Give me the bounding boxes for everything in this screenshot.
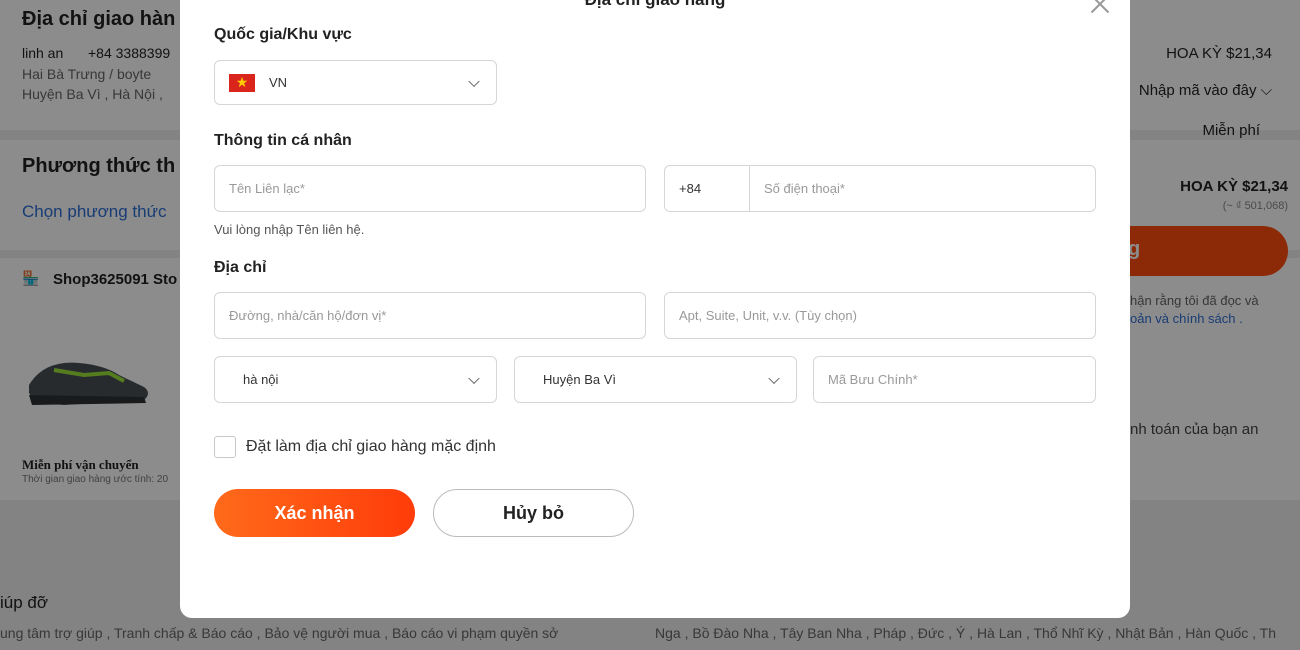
default-address-label[interactable]: Đặt làm địa chỉ giao hàng mặc định (246, 438, 496, 456)
phone-code[interactable]: +84 (665, 166, 750, 211)
confirm-label: Xác nhận (274, 502, 355, 523)
district-value: Huyện Ba Vì (543, 372, 616, 387)
street-placeholder: Đường, nhà/căn hộ/đơn vị* (229, 308, 387, 323)
chevron-down-icon (468, 372, 480, 384)
country-label: Quốc gia/Khu vực (214, 26, 352, 43)
vietnam-flag-icon (229, 73, 255, 92)
postal-placeholder: Mã Bưu Chính* (828, 372, 918, 387)
province-select[interactable]: hà nội (214, 356, 497, 403)
cancel-label: Hủy bỏ (503, 502, 564, 523)
chevron-down-icon (468, 75, 480, 87)
apt-input[interactable]: Apt, Suite, Unit, v.v. (Tùy chọn) (664, 292, 1096, 339)
country-select[interactable]: VN (214, 60, 497, 105)
confirm-button[interactable]: Xác nhận (214, 489, 415, 537)
phone-placeholder: Số điện thoại* (764, 181, 845, 196)
contact-name-hint: Vui lòng nhập Tên liên hệ. (214, 222, 365, 237)
country-value: VN (269, 75, 288, 90)
shipping-address-dialog: Địa chỉ giao hàng Quốc gia/Khu vực VN Th… (180, 0, 1130, 618)
personal-info-label: Thông tin cá nhân (214, 132, 352, 149)
contact-name-placeholder: Tên Liên lạc* (229, 181, 305, 196)
district-select[interactable]: Huyện Ba Vì (514, 356, 797, 403)
phone-field[interactable]: +84 Số điện thoại* (664, 165, 1096, 212)
apt-placeholder: Apt, Suite, Unit, v.v. (Tùy chọn) (679, 308, 857, 323)
cancel-button[interactable]: Hủy bỏ (433, 489, 634, 537)
province-value: hà nội (243, 372, 279, 387)
street-input[interactable]: Đường, nhà/căn hộ/đơn vị* (214, 292, 646, 339)
contact-name-input[interactable]: Tên Liên lạc* (214, 165, 646, 212)
postal-code-input[interactable]: Mã Bưu Chính* (813, 356, 1096, 403)
address-label: Địa chỉ (214, 259, 267, 276)
dialog-title: Địa chỉ giao hàng (180, 0, 1130, 10)
chevron-down-icon (768, 372, 780, 384)
close-icon[interactable] (1088, 0, 1112, 16)
default-address-checkbox[interactable] (214, 436, 236, 458)
